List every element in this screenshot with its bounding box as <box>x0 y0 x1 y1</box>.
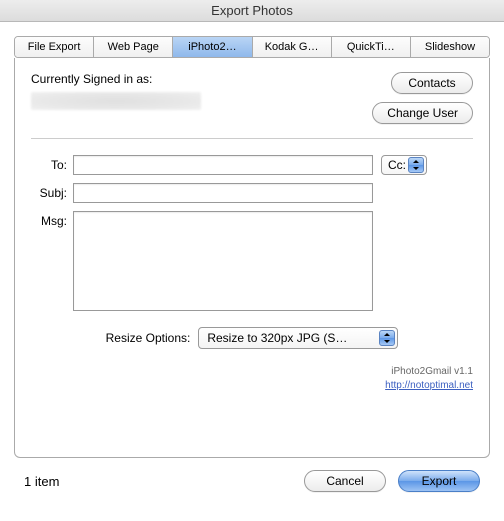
to-label: To: <box>31 155 73 172</box>
plugin-link[interactable]: http://notoptimal.net <box>385 380 473 391</box>
tab-kodak[interactable]: Kodak G… <box>253 37 332 57</box>
account-buttons: Contacts Change User <box>372 72 473 124</box>
resize-selected: Resize to 320px JPG (S… <box>207 331 347 345</box>
window-body: File Export Web Page iPhoto2… Kodak G… Q… <box>0 22 504 458</box>
divider <box>31 138 473 139</box>
change-user-button[interactable]: Change User <box>372 102 473 124</box>
signin-username <box>31 92 201 110</box>
item-count: 1 item <box>24 474 59 489</box>
plugin-version: iPhoto2Gmail v1.1 <box>31 365 473 379</box>
tab-panel: Currently Signed in as: Contacts Change … <box>14 58 490 458</box>
updown-icon <box>408 157 424 173</box>
export-button[interactable]: Export <box>398 470 480 492</box>
tab-web-page[interactable]: Web Page <box>94 37 173 57</box>
cc-label: Cc: <box>388 158 406 172</box>
to-row: To: Cc: <box>31 155 473 175</box>
tab-file-export[interactable]: File Export <box>15 37 94 57</box>
signin-label: Currently Signed in as: <box>31 72 372 86</box>
subj-input[interactable] <box>73 183 373 203</box>
resize-popup[interactable]: Resize to 320px JPG (S… <box>198 327 398 349</box>
signin-info: Currently Signed in as: <box>31 72 372 110</box>
plugin-footer: iPhoto2Gmail v1.1 http://notoptimal.net <box>31 365 473 393</box>
msg-input[interactable] <box>73 211 373 311</box>
cc-button[interactable]: Cc: <box>381 155 427 175</box>
subj-label: Subj: <box>31 183 73 200</box>
cancel-button[interactable]: Cancel <box>304 470 386 492</box>
updown-icon <box>379 330 395 346</box>
export-tabstrip: File Export Web Page iPhoto2… Kodak G… Q… <box>14 36 490 58</box>
resize-row: Resize Options: Resize to 320px JPG (S… <box>31 327 473 349</box>
to-input[interactable] <box>73 155 373 175</box>
tab-quicktime[interactable]: QuickTi… <box>332 37 411 57</box>
contacts-button[interactable]: Contacts <box>391 72 473 94</box>
tab-slideshow[interactable]: Slideshow <box>411 37 489 57</box>
msg-label: Msg: <box>31 211 73 228</box>
window-title: Export Photos <box>211 3 293 18</box>
window-titlebar: Export Photos <box>0 0 504 22</box>
bottom-bar: 1 item Cancel Export <box>0 458 504 504</box>
msg-row: Msg: <box>31 211 473 311</box>
tab-iphoto2[interactable]: iPhoto2… <box>173 37 252 57</box>
resize-label: Resize Options: <box>106 331 191 345</box>
signin-row: Currently Signed in as: Contacts Change … <box>31 72 473 124</box>
action-buttons: Cancel Export <box>304 470 480 492</box>
subj-row: Subj: <box>31 183 473 203</box>
